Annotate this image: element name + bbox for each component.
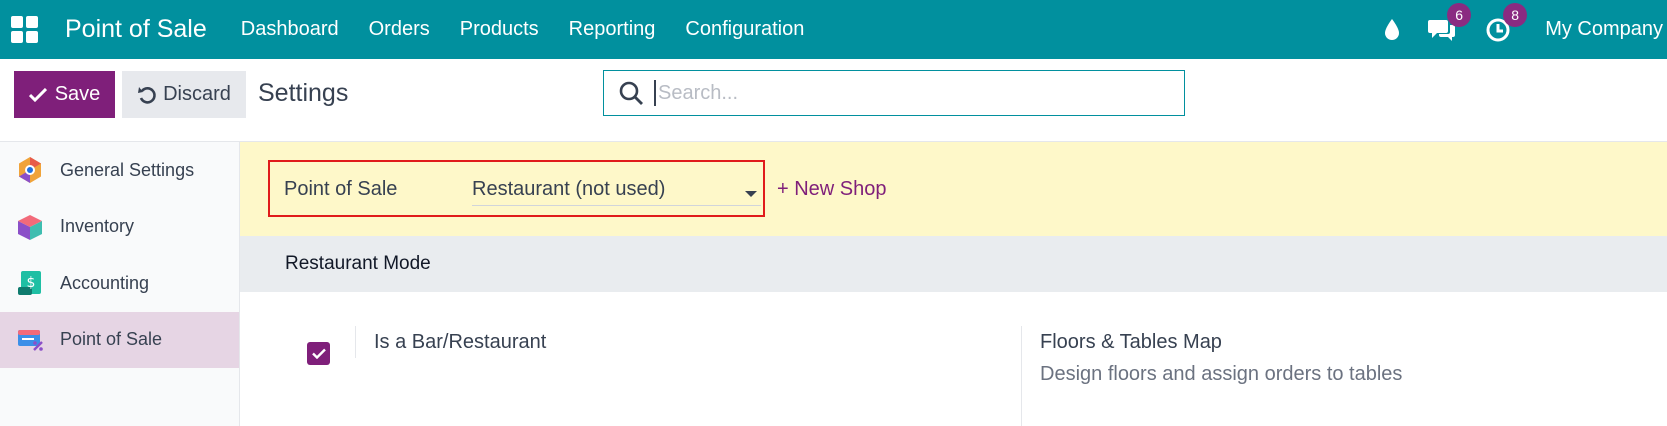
sidebar-label-inventory: Inventory (60, 216, 135, 237)
discard-label: Discard (163, 83, 231, 105)
point-of-sale-icon (18, 329, 43, 351)
sidebar-label-point-of-sale: Point of Sale (60, 329, 163, 350)
new-shop-link[interactable]: + New Shop (777, 178, 887, 201)
floors-tables-description: Design floors and assign orders to table… (1040, 363, 1403, 385)
navbar-systray: 6 8 My Company (1377, 0, 1667, 59)
pos-select-dropdown[interactable]: Restaurant (not used) (472, 174, 761, 206)
search-input[interactable] (654, 80, 1154, 106)
floors-tables-title: Floors & Tables Map (1040, 331, 1222, 353)
inventory-box-icon (18, 214, 42, 240)
undo-icon (138, 86, 156, 104)
activity-clock-icon[interactable]: 8 (1483, 2, 1528, 45)
menu-products[interactable]: Products (445, 18, 554, 41)
chat-count-badge: 6 (1447, 2, 1472, 27)
sidebar-item-general-settings[interactable]: General Settings (0, 142, 239, 199)
settings-sidebar: General Settings Inventory $ Accounting … (0, 142, 240, 426)
top-navbar: Point of Sale Dashboard Orders Products … (0, 0, 1667, 59)
apps-grid-icon[interactable] (11, 15, 39, 44)
sidebar-label-accounting: Accounting (60, 272, 150, 293)
company-switcher[interactable]: My Company (1545, 18, 1663, 41)
save-label: Save (54, 83, 101, 105)
chat-icon[interactable]: 6 (1427, 2, 1472, 45)
caret-down-icon (745, 191, 757, 197)
menu-configuration[interactable]: Configuration (670, 18, 819, 41)
sidebar-item-point-of-sale[interactable]: Point of Sale (0, 311, 239, 368)
svg-text:$: $ (27, 275, 36, 291)
accounting-icon: $ (18, 271, 41, 296)
discard-button[interactable]: Discard (122, 71, 246, 118)
pos-select-value: Restaurant (not used) (472, 178, 666, 200)
pos-selector-label: Point of Sale (284, 178, 398, 200)
save-button[interactable]: Save (14, 71, 115, 118)
main-menu: Dashboard Orders Products Reporting Conf… (226, 18, 820, 41)
section-header: Restaurant Mode (240, 236, 1667, 292)
general-settings-icon (19, 157, 41, 184)
menu-reporting[interactable]: Reporting (554, 18, 671, 41)
checkmark-icon (311, 348, 326, 359)
sidebar-item-accounting[interactable]: $ Accounting (0, 255, 239, 312)
search-icon (619, 81, 643, 105)
setting-divider (1021, 326, 1022, 426)
section-title: Restaurant Mode (285, 253, 431, 274)
search-bar (603, 70, 1185, 116)
page-title: Settings (258, 79, 349, 107)
check-icon (28, 87, 47, 102)
menu-orders[interactable]: Orders (354, 18, 445, 41)
droplet-icon[interactable] (1377, 15, 1407, 45)
sidebar-label-general-settings: General Settings (60, 159, 195, 180)
bar-restaurant-checkbox[interactable] (307, 342, 330, 365)
app-title[interactable]: Point of Sale (65, 15, 207, 44)
sidebar-item-inventory[interactable]: Inventory (0, 199, 239, 256)
menu-dashboard[interactable]: Dashboard (226, 18, 354, 41)
control-panel: Save Discard Settings (0, 59, 1667, 142)
activity-count-badge: 8 (1503, 2, 1528, 27)
setting-divider (355, 326, 356, 358)
bar-restaurant-label: Is a Bar/Restaurant (374, 331, 547, 353)
pos-selector-banner: Point of Sale Restaurant (not used) + Ne… (240, 142, 1667, 236)
